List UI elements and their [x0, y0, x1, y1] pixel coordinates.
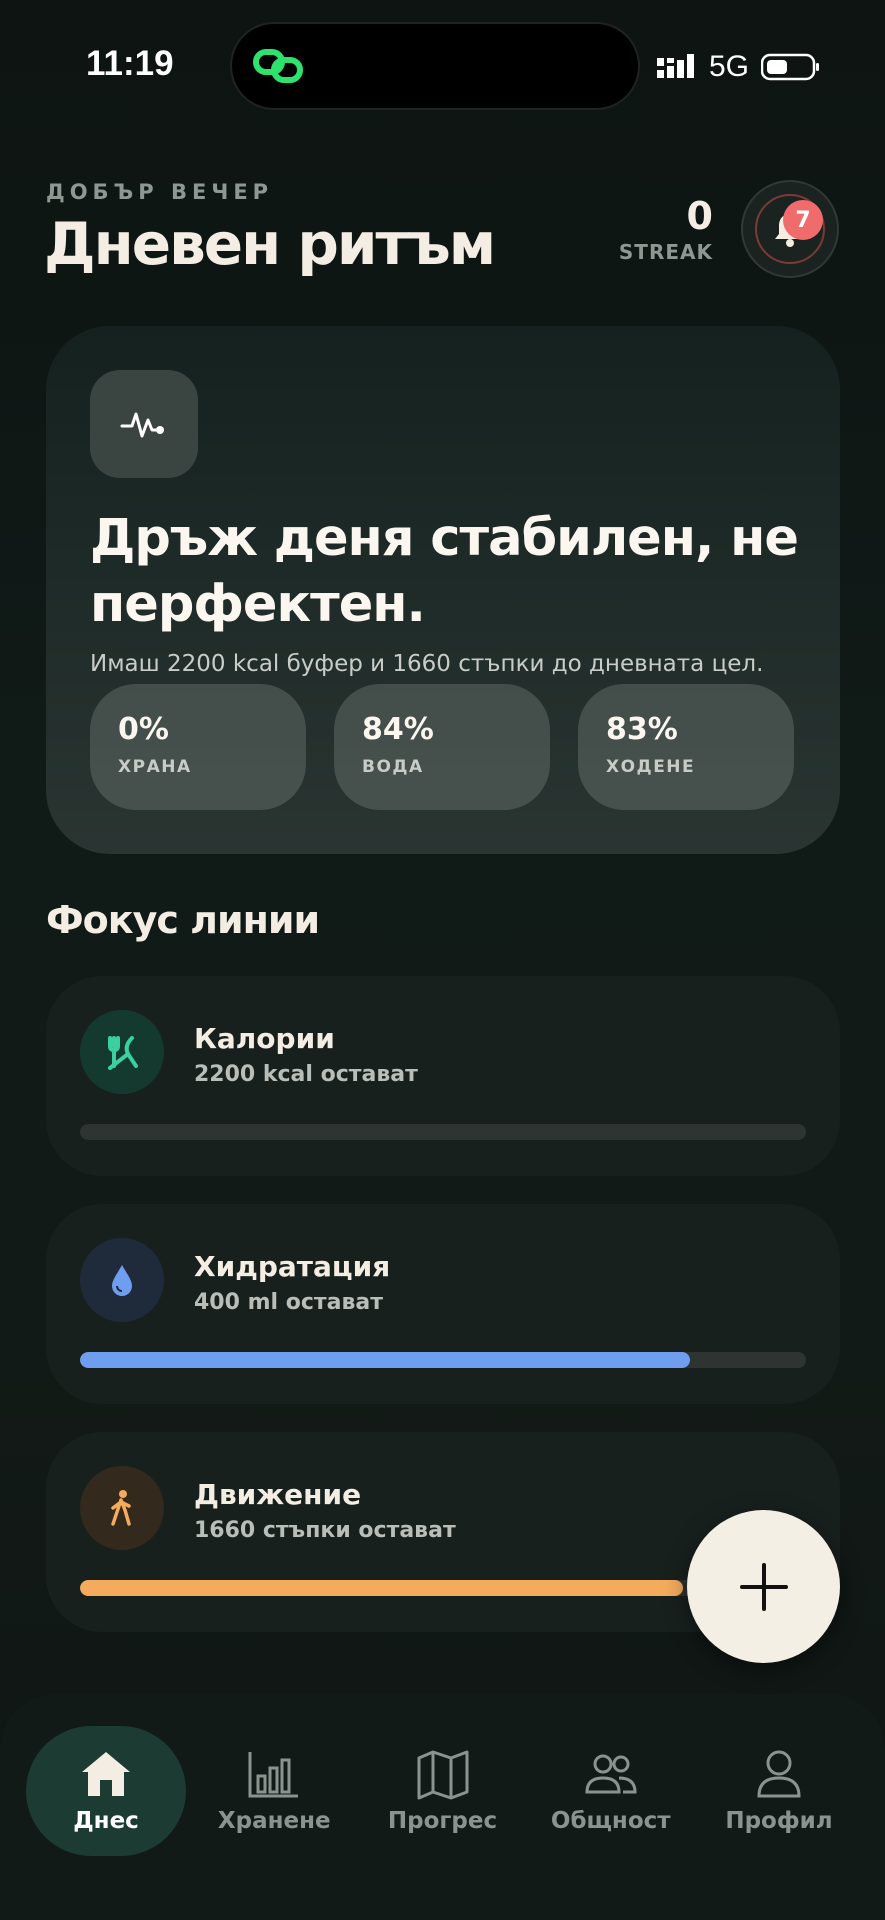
- focus-card-calories[interactable]: Калории 2200 kcal остават: [46, 976, 840, 1176]
- progress-bar: [80, 1124, 806, 1140]
- map-icon: [417, 1750, 468, 1800]
- focus-card-hydration[interactable]: Хидратация 400 ml остават: [46, 1204, 840, 1404]
- nav-label: Общност: [550, 1808, 671, 1834]
- hero-title: Дръж деня стабилен, не перфектен.: [90, 509, 799, 634]
- nav-label: Хранене: [217, 1808, 331, 1834]
- focus-title: Хидратация: [194, 1250, 391, 1283]
- status-bar: 11:19 5G: [0, 0, 885, 130]
- plus-icon: [739, 1562, 788, 1611]
- add-button[interactable]: [687, 1510, 840, 1663]
- nav-tab-progress[interactable]: Прогрес: [363, 1726, 523, 1856]
- focus-subtitle: 1660 стъпки остават: [194, 1518, 456, 1543]
- notification-badge: 7: [783, 200, 823, 240]
- stat-label: ХОДЕНЕ: [606, 757, 696, 777]
- nav-label: Профил: [725, 1808, 833, 1834]
- greeting: ДОБЪР ВЕЧЕР: [46, 180, 274, 204]
- focus-title: Калории: [194, 1022, 335, 1055]
- nav-label: Прогрес: [387, 1808, 498, 1834]
- nav-tab-nutrition[interactable]: Хранене: [194, 1726, 354, 1856]
- stats-row: 0% ХРАНА 84% ВОДА 83% ХОДЕНЕ: [90, 684, 794, 810]
- hero-subtitle: Имаш 2200 kcal буфер и 1660 стъпки до дн…: [90, 651, 764, 677]
- signal-icon: [656, 54, 694, 78]
- dynamic-island: [230, 22, 640, 110]
- bar-chart-icon: [248, 1752, 299, 1798]
- status-time: 11:19: [86, 44, 174, 83]
- nav-label: Днес: [73, 1808, 139, 1834]
- nav-tab-profile[interactable]: Профил: [699, 1726, 859, 1856]
- stat-value: 0%: [118, 712, 169, 747]
- fork-knife-icon: [80, 1010, 164, 1094]
- link-icon: [253, 49, 303, 83]
- section-title: Фокус линии: [46, 898, 320, 942]
- nav-tab-today[interactable]: Днес: [26, 1726, 186, 1856]
- page-title: Дневен ритъм: [44, 210, 496, 278]
- streak-label: STREAK: [618, 240, 713, 264]
- progress-fill: [80, 1352, 690, 1368]
- walking-icon: [80, 1466, 164, 1550]
- streak-count: 0: [686, 194, 713, 238]
- people-icon: [585, 1754, 637, 1794]
- stat-label: ХРАНА: [118, 757, 192, 777]
- network-type: 5G: [708, 50, 749, 83]
- user-icon: [757, 1750, 801, 1798]
- focus-title: Движение: [194, 1478, 362, 1511]
- stat-label: ВОДА: [362, 757, 424, 777]
- nav-tab-community[interactable]: Общност: [531, 1726, 691, 1856]
- stat-water: 84% ВОДА: [334, 684, 550, 810]
- battery-icon: [761, 53, 819, 81]
- notifications-button[interactable]: 7: [741, 180, 839, 278]
- progress-bar: [80, 1352, 806, 1368]
- focus-subtitle: 400 ml остават: [194, 1290, 383, 1315]
- progress-fill: [80, 1580, 683, 1596]
- focus-subtitle: 2200 kcal остават: [194, 1062, 418, 1087]
- status-indicators: 5G: [656, 50, 821, 84]
- stat-value: 84%: [362, 712, 434, 747]
- heartbeat-icon: [90, 370, 198, 478]
- stat-walking: 83% ХОДЕНЕ: [578, 684, 794, 810]
- stat-value: 83%: [606, 712, 678, 747]
- streak-counter: 0 STREAK: [619, 196, 713, 264]
- nav-tabs: Днес Хранене Прогрес Общност Профил: [26, 1726, 859, 1856]
- bottom-nav: Днес Хранене Прогрес Общност Профил: [0, 1694, 885, 1920]
- water-drop-icon: [80, 1238, 164, 1322]
- stat-food: 0% ХРАНА: [90, 684, 306, 810]
- home-icon: [82, 1752, 130, 1796]
- hero-card: Дръж деня стабилен, не перфектен. Имаш 2…: [46, 326, 840, 854]
